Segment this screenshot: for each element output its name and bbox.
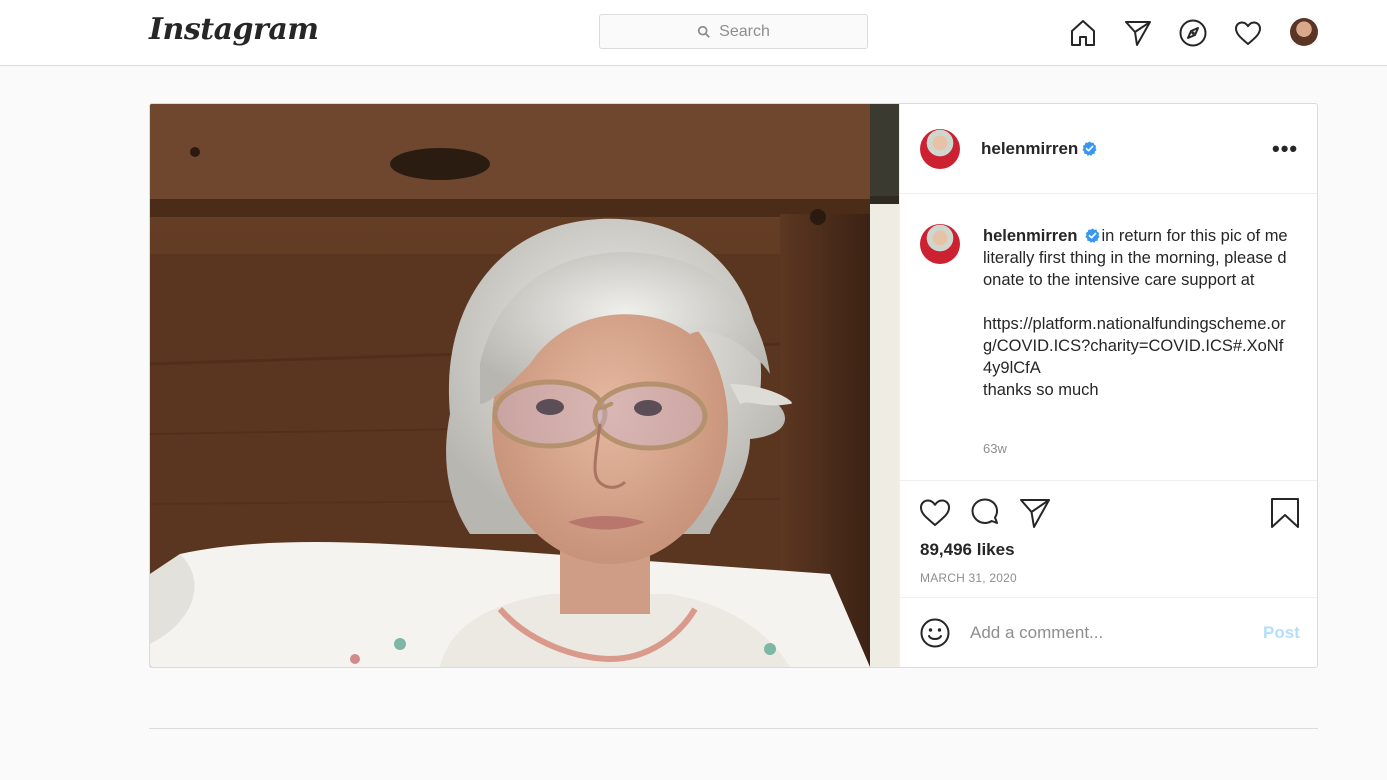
selfie-image xyxy=(150,104,899,667)
caption-avatar[interactable] xyxy=(920,224,960,264)
caption-username[interactable]: helenmirren xyxy=(983,227,1077,245)
author-username[interactable]: helenmirren xyxy=(981,139,1078,159)
feed-divider xyxy=(149,728,1318,729)
caption-block: helenmirren in return for this pic of me … xyxy=(900,195,1317,481)
share-icon[interactable] xyxy=(1018,496,1052,530)
direct-icon[interactable] xyxy=(1121,16,1155,50)
verified-badge-icon xyxy=(1082,141,1097,156)
post-photo[interactable] xyxy=(150,104,899,667)
comment-input[interactable] xyxy=(970,621,1230,645)
post-sidebar: helenmirren ••• helenmirren in return for… xyxy=(899,104,1317,667)
comment-bar: Post xyxy=(900,599,1317,667)
author-avatar[interactable] xyxy=(920,129,960,169)
home-icon[interactable] xyxy=(1066,16,1100,50)
search-icon xyxy=(698,25,711,38)
like-count[interactable]: 89,496 likes xyxy=(920,540,1015,560)
post-header: helenmirren ••• xyxy=(900,104,1317,194)
post-comment-button[interactable]: Post xyxy=(1263,623,1300,643)
activity-heart-icon[interactable] xyxy=(1231,16,1265,50)
like-heart-icon[interactable] xyxy=(918,496,952,530)
explore-icon[interactable] xyxy=(1176,16,1210,50)
post-actions: 89,496 likes MARCH 31, 2020 xyxy=(900,482,1317,598)
post-card: helenmirren ••• helenmirren in return for… xyxy=(149,103,1318,668)
search-placeholder: Search xyxy=(719,22,770,40)
caption-body: in return for this pic of me literally f… xyxy=(983,227,1288,399)
caption-timestamp[interactable]: 63w xyxy=(983,441,1007,456)
post-date[interactable]: MARCH 31, 2020 xyxy=(920,571,1017,585)
emoji-icon[interactable] xyxy=(920,618,950,648)
comment-icon[interactable] xyxy=(968,496,1002,530)
top-nav: Instagram Search xyxy=(0,0,1387,66)
instagram-logo[interactable]: Instagram xyxy=(149,12,319,47)
caption-text: helenmirren in return for this pic of me … xyxy=(983,225,1288,401)
search-box[interactable]: Search xyxy=(599,14,868,49)
profile-avatar[interactable] xyxy=(1290,18,1318,46)
save-bookmark-icon[interactable] xyxy=(1268,496,1302,530)
caption-verified-badge-icon xyxy=(1085,228,1100,243)
more-options-button[interactable]: ••• xyxy=(1272,136,1298,162)
